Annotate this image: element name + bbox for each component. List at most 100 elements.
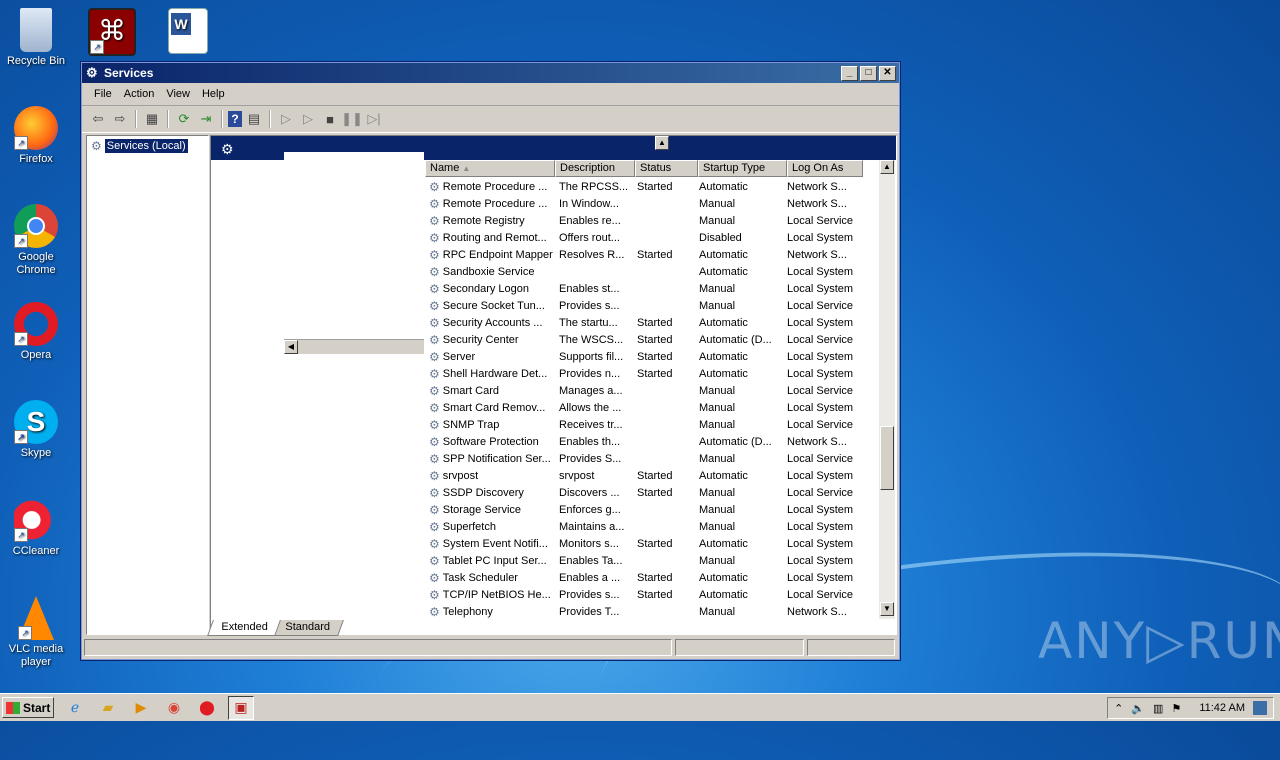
- tray-expand-icon[interactable]: ⌃: [1114, 702, 1123, 715]
- table-row[interactable]: ⚙ RPC Endpoint Mapper Resolves R... Started…: [425, 246, 855, 263]
- scroll-left-button[interactable]: ◀: [284, 340, 298, 354]
- table-row[interactable]: ⚙ TCP/IP NetBIOS He... Provides s... Starte…: [425, 586, 855, 603]
- table-row[interactable]: ⚙ Remote Procedure ... The RPCSS... Started…: [425, 178, 855, 195]
- table-row[interactable]: ⚙ Smart Card Manages a... Manual Local Servi…: [425, 382, 855, 399]
- show-hide-console-tree-icon[interactable]: ▦: [142, 109, 162, 129]
- console-tree[interactable]: ⚙ Services (Local): [86, 135, 209, 635]
- table-row[interactable]: ⚙ SPP Notification Ser... Provides S... Man…: [425, 450, 855, 467]
- help-icon[interactable]: ?: [228, 111, 242, 127]
- taskbar-explorer-icon[interactable]: ▰: [96, 697, 120, 719]
- start-button[interactable]: Start: [2, 697, 54, 718]
- window-titlebar[interactable]: ⚙ Services _ □ ✕: [82, 63, 899, 83]
- tab-standard[interactable]: Standard: [271, 620, 345, 636]
- network-icon[interactable]: ▥: [1153, 702, 1163, 715]
- scroll-up-button[interactable]: ▲: [655, 136, 669, 150]
- pause-service-icon[interactable]: ❚❚: [341, 109, 363, 129]
- scroll-down-button[interactable]: ▼: [880, 602, 894, 616]
- cell-startup-type: Automatic: [695, 572, 783, 584]
- cell-log-on-as: Local System: [783, 402, 855, 414]
- description-scrollbar[interactable]: ▲: [655, 136, 669, 160]
- desktop-icon-vlc[interactable]: ↗ VLC media player: [0, 596, 72, 669]
- shortcut-arrow-icon: ↗: [90, 40, 104, 54]
- desktop-icon-opera[interactable]: ↗ Opera: [0, 302, 72, 362]
- table-row[interactable]: ⚙ Secure Socket Tun... Provides s... Manual…: [425, 297, 855, 314]
- table-row[interactable]: ⚙ Shell Hardware Det... Provides n... Start…: [425, 365, 855, 382]
- desktop-icon-recycle-bin[interactable]: Recycle Bin: [0, 8, 72, 68]
- table-row[interactable]: ⚙ Security Accounts ... The startu... Start…: [425, 314, 855, 331]
- tree-node-services-local[interactable]: ⚙ Services (Local): [91, 139, 188, 153]
- close-button[interactable]: ✕: [879, 65, 896, 81]
- forward-arrow-icon[interactable]: ⇨: [110, 109, 130, 129]
- scroll-thumb[interactable]: [880, 426, 894, 490]
- column-header-startup-type[interactable]: Startup Type: [698, 160, 787, 177]
- cell-description: Enables re...: [555, 215, 633, 227]
- desktop-icon-ccleaner[interactable]: ↗ CCleaner: [0, 498, 72, 558]
- clock[interactable]: 11:42 AM: [1199, 702, 1245, 714]
- export-list-icon[interactable]: ⇥: [196, 109, 216, 129]
- desktop-icon-word-document[interactable]: W: [152, 8, 224, 57]
- taskbar-chrome-icon[interactable]: ◉: [162, 697, 186, 719]
- desktop-icon-acrobat[interactable]: ⌘ ↗: [76, 8, 148, 59]
- desktop-icon-chrome[interactable]: ↗ Google Chrome: [0, 204, 72, 277]
- minimize-button[interactable]: _: [841, 65, 858, 81]
- taskbar-services-icon[interactable]: ▣: [228, 695, 254, 720]
- cell-log-on-as: Local System: [783, 232, 855, 244]
- services-list[interactable]: Name ▲ Description Status Startup Type L…: [425, 160, 896, 634]
- start-service-alt-icon[interactable]: ▷: [298, 109, 318, 129]
- properties-icon[interactable]: ▤: [244, 109, 264, 129]
- table-row[interactable]: ⚙ System Event Notifi... Monitors s... Star…: [425, 535, 855, 552]
- description-horizontal-scrollbar[interactable]: ◀: [284, 339, 424, 354]
- column-header-description[interactable]: Description: [555, 160, 635, 177]
- table-row[interactable]: ⚙ Server Supports fil... Started Automatic Lo…: [425, 348, 855, 365]
- start-service-icon[interactable]: ▷: [276, 109, 296, 129]
- menu-view[interactable]: View: [160, 88, 196, 100]
- services-window[interactable]: ⚙ Services _ □ ✕ File Action View Help ⇦…: [81, 62, 900, 660]
- volume-icon[interactable]: 🔈: [1131, 702, 1145, 715]
- table-row[interactable]: ⚙ srvpost srvpost Started Automatic Local Sys…: [425, 467, 855, 484]
- table-row[interactable]: ⚙ Routing and Remot... Offers rout... Disab…: [425, 229, 855, 246]
- cell-startup-type-text: Automatic (D...: [699, 333, 772, 346]
- table-row[interactable]: ⚙ Software Protection Enables th... Automat…: [425, 433, 855, 450]
- table-row[interactable]: ⚙ Telephony Provides T... Manual Network S..…: [425, 603, 855, 620]
- table-row[interactable]: ⚙ Remote Registry Enables re... Manual Local…: [425, 212, 855, 229]
- cell-startup-type: Automatic: [695, 266, 783, 278]
- status-cell: [674, 639, 805, 656]
- service-gear-icon: ⚙: [429, 553, 440, 568]
- table-row[interactable]: ⚙ Sandboxie Service Automatic Local System: [425, 263, 855, 280]
- scroll-up-button[interactable]: ▲: [880, 160, 894, 174]
- taskbar-media-player-icon[interactable]: ▶: [129, 697, 153, 719]
- table-row[interactable]: ⚙ Tablet PC Input Ser... Enables Ta... Manu…: [425, 552, 855, 569]
- column-header-status[interactable]: Status: [635, 160, 698, 177]
- service-gear-icon: ⚙: [429, 604, 440, 619]
- stop-service-icon[interactable]: ■: [320, 109, 340, 129]
- table-row[interactable]: ⚙ Security Center The WSCS... Started Automa…: [425, 331, 855, 348]
- desktop-icon-skype[interactable]: S ↗ Skype: [0, 400, 72, 460]
- cell-name-text: System Event Notifi...: [442, 537, 548, 550]
- table-row[interactable]: ⚙ Superfetch Maintains a... Manual Local Sys…: [425, 518, 855, 535]
- desktop-icon-firefox[interactable]: ↗ Firefox: [0, 106, 72, 166]
- table-row[interactable]: ⚙ Task Scheduler Enables a ... Started Autom…: [425, 569, 855, 586]
- table-row[interactable]: ⚙ SSDP Discovery Discovers ... Started Manua…: [425, 484, 855, 501]
- list-vertical-scrollbar[interactable]: ▲ ▼: [879, 160, 895, 619]
- maximize-button[interactable]: □: [860, 65, 877, 81]
- table-row[interactable]: ⚙ Smart Card Remov... Allows the ... Manual…: [425, 399, 855, 416]
- back-arrow-icon[interactable]: ⇦: [88, 109, 108, 129]
- taskbar-opera-icon[interactable]: ⬤: [195, 697, 219, 719]
- menu-help[interactable]: Help: [196, 88, 231, 100]
- tab-extended[interactable]: Extended: [207, 620, 282, 636]
- restart-service-icon[interactable]: ▷|: [364, 109, 384, 129]
- table-row[interactable]: ⚙ Remote Procedure ... In Window... Manual N…: [425, 195, 855, 212]
- show-desktop-button[interactable]: [1253, 701, 1267, 715]
- taskbar-ie-icon[interactable]: ℯ: [63, 697, 87, 719]
- cell-log-on-as-text: Local System: [787, 282, 854, 295]
- column-header-name[interactable]: Name ▲: [425, 160, 555, 177]
- refresh-icon[interactable]: ⟳: [174, 109, 194, 129]
- table-row[interactable]: ⚙ SNMP Trap Receives tr... Manual Local Serv…: [425, 416, 855, 433]
- menu-action[interactable]: Action: [118, 88, 161, 100]
- column-header-log-on-as[interactable]: Log On As: [787, 160, 863, 177]
- table-row[interactable]: ⚙ Secondary Logon Enables st... Manual Local…: [425, 280, 855, 297]
- windows-logo-icon: [6, 701, 20, 714]
- table-row[interactable]: ⚙ Storage Service Enforces g... Manual Local…: [425, 501, 855, 518]
- action-center-flag-icon[interactable]: ⚑: [1171, 702, 1181, 715]
- menu-file[interactable]: File: [88, 88, 118, 100]
